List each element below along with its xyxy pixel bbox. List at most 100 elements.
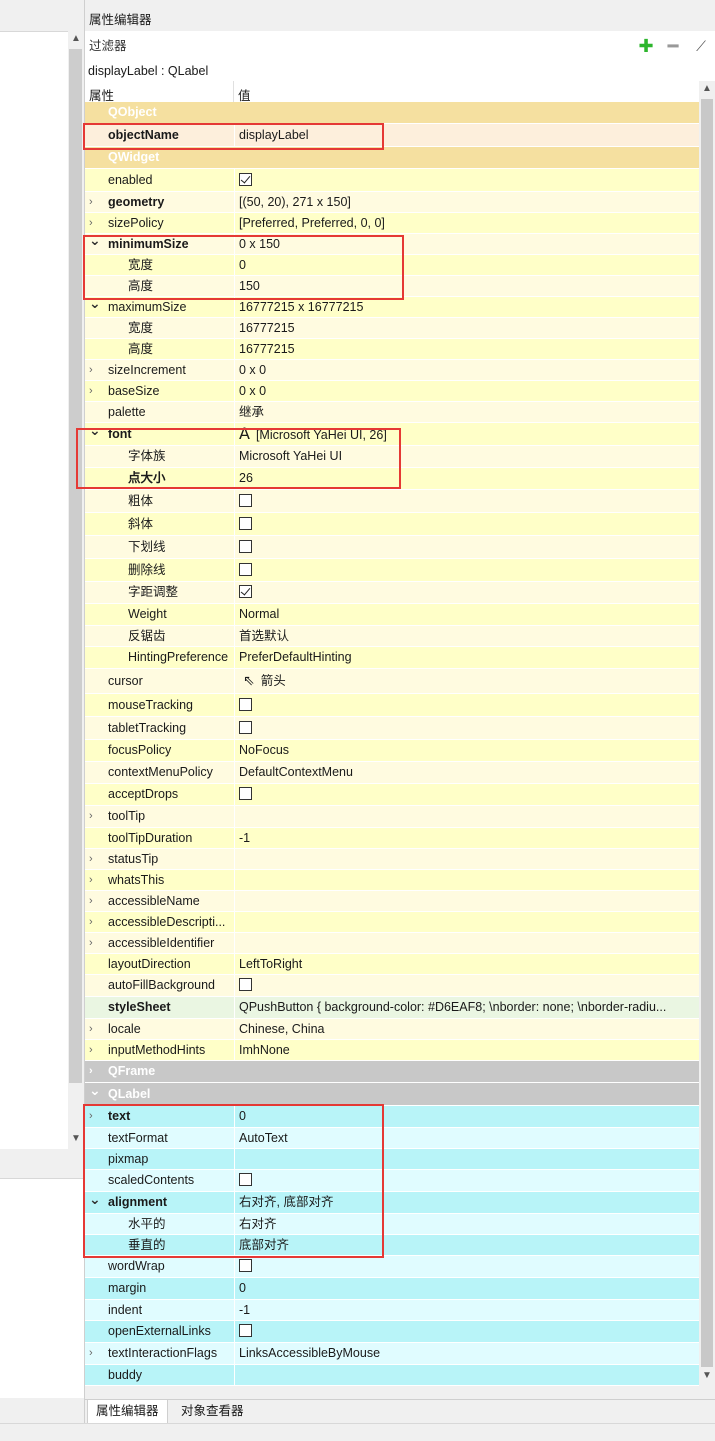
checkbox-checked[interactable] — [239, 585, 252, 599]
checkbox-checked[interactable] — [239, 173, 252, 187]
chevron-right-icon[interactable]: › — [89, 933, 101, 953]
configure-wand-icon[interactable]: ⟋ — [691, 36, 711, 56]
chevron-right-icon[interactable]: › — [89, 849, 101, 869]
property-value[interactable] — [234, 490, 692, 512]
property-row[interactable]: › inputMethodHints ImhNone — [85, 1040, 699, 1061]
property-value[interactable] — [234, 849, 692, 869]
property-value[interactable]: NoFocus — [234, 740, 692, 761]
property-row[interactable]: focusPolicy NoFocus — [85, 740, 699, 762]
property-value[interactable] — [234, 536, 692, 558]
tab-property-editor[interactable]: 属性编辑器 — [87, 1400, 168, 1424]
property-row[interactable]: wordWrap — [85, 1256, 699, 1278]
property-value[interactable] — [234, 806, 692, 827]
property-value[interactable]: displayLabel — [234, 124, 692, 146]
property-row[interactable]: 水平的 右对齐 — [85, 1214, 699, 1235]
property-row[interactable]: › sizeIncrement 0 x 0 — [85, 360, 699, 381]
property-row[interactable]: 高度 150 — [85, 276, 699, 297]
chevron-down-icon[interactable]: ⌄ — [89, 423, 101, 438]
property-row[interactable]: › baseSize 0 x 0 — [85, 381, 699, 402]
property-value[interactable]: 0 x 150 — [234, 234, 692, 254]
property-row[interactable]: buddy — [85, 1365, 699, 1386]
scroll-up-icon[interactable]: ▲ — [68, 31, 84, 47]
left-scrollbar[interactable]: ▲ ▼ — [68, 31, 84, 1148]
chevron-right-icon[interactable]: › — [89, 213, 101, 233]
property-value[interactable] — [234, 513, 692, 535]
property-row[interactable]: 字距调整 — [85, 582, 699, 604]
property-value[interactable]: Normal — [234, 604, 692, 625]
property-row[interactable]: 高度 16777215 — [85, 339, 699, 360]
property-value[interactable] — [234, 975, 692, 996]
checkbox-unchecked[interactable] — [239, 1324, 252, 1338]
property-value[interactable] — [234, 582, 692, 603]
property-value[interactable] — [234, 1149, 692, 1169]
chevron-right-icon[interactable]: › — [89, 870, 101, 890]
chevron-down-icon[interactable]: ⌄ — [89, 1083, 101, 1098]
property-value[interactable]: -1 — [234, 828, 692, 848]
chevron-right-icon[interactable]: › — [89, 192, 101, 212]
chevron-right-icon[interactable]: › — [89, 1040, 101, 1060]
property-row[interactable]: › accessibleIdentifier — [85, 933, 699, 954]
property-value[interactable]: Chinese, China — [234, 1019, 692, 1039]
property-row[interactable]: › accessibleDescripti... — [85, 912, 699, 933]
property-row[interactable]: objectName displayLabel — [85, 124, 699, 147]
property-row[interactable]: indent -1 — [85, 1300, 699, 1321]
property-value[interactable]: PreferDefaultHinting — [234, 647, 692, 668]
property-value[interactable]: 26 — [234, 468, 692, 489]
property-group-row[interactable]: QWidget — [85, 147, 699, 169]
property-value[interactable] — [234, 1365, 692, 1385]
property-group-row[interactable]: QObject — [85, 102, 699, 124]
property-row[interactable]: Weight Normal — [85, 604, 699, 626]
property-value[interactable]: [Preferred, Preferred, 0, 0] — [234, 213, 692, 233]
property-value[interactable]: 16777215 — [234, 318, 692, 338]
property-row[interactable]: 粗体 — [85, 490, 699, 513]
property-row[interactable]: 下划线 — [85, 536, 699, 559]
property-row[interactable]: 删除线 — [85, 559, 699, 582]
property-value[interactable]: 底部对齐 — [234, 1235, 692, 1255]
property-row[interactable]: palette 继承 — [85, 402, 699, 423]
property-value[interactable] — [234, 870, 692, 890]
property-value[interactable]: 0 — [234, 1278, 692, 1299]
property-row[interactable]: › textInteractionFlags LinksAccessibleByMo… — [85, 1343, 699, 1365]
property-row[interactable]: 宽度 0 — [85, 255, 699, 276]
property-value[interactable] — [234, 933, 692, 953]
scroll-down-icon[interactable]: ▼ — [699, 1368, 715, 1384]
property-row[interactable]: › sizePolicy [Preferred, Preferred, 0, 0] — [85, 213, 699, 234]
chevron-down-icon[interactable]: ⌄ — [89, 233, 101, 247]
property-row[interactable]: ⌄ maximumSize 16777215 x 16777215 — [85, 296, 699, 318]
checkbox-unchecked[interactable] — [239, 1259, 252, 1273]
property-row[interactable]: › whatsThis — [85, 870, 699, 891]
add-property-icon[interactable]: ✚ — [636, 36, 656, 56]
property-row[interactable]: styleSheet QPushButton { background-color… — [85, 997, 699, 1019]
property-value[interactable] — [234, 694, 692, 716]
chevron-right-icon[interactable]: › — [89, 912, 101, 932]
property-value[interactable]: 16777215 x 16777215 — [234, 297, 692, 317]
property-group-row[interactable]: › QFrame — [85, 1061, 699, 1083]
property-value[interactable]: AutoText — [234, 1128, 692, 1148]
property-value[interactable]: ImhNone — [234, 1040, 692, 1060]
property-row[interactable]: margin 0 — [85, 1278, 699, 1300]
property-value[interactable]: -1 — [234, 1300, 692, 1320]
checkbox-unchecked[interactable] — [239, 517, 252, 531]
property-row[interactable]: contextMenuPolicy DefaultContextMenu — [85, 762, 699, 784]
checkbox-unchecked[interactable] — [239, 978, 252, 992]
property-value[interactable]: QPushButton { background-color: #D6EAF8;… — [234, 997, 692, 1018]
property-row[interactable]: textFormat AutoText — [85, 1128, 699, 1149]
property-row[interactable]: › toolTip — [85, 806, 699, 828]
chevron-right-icon[interactable]: › — [89, 1343, 101, 1364]
property-row[interactable]: cursor ⇖ 箭头 — [85, 669, 699, 694]
chevron-right-icon[interactable]: › — [89, 1061, 101, 1082]
property-value[interactable]: DefaultContextMenu — [234, 762, 692, 783]
property-row[interactable]: 斜体 — [85, 513, 699, 536]
property-row[interactable]: mouseTracking — [85, 694, 699, 717]
property-group-row[interactable]: ⌄ QLabel — [85, 1083, 699, 1106]
property-value[interactable] — [234, 784, 692, 805]
tab-object-inspector[interactable]: 对象查看器 — [173, 1400, 252, 1423]
checkbox-unchecked[interactable] — [239, 698, 252, 712]
property-value[interactable]: [(50, 20), 271 x 150] — [234, 192, 692, 212]
chevron-right-icon[interactable]: › — [89, 891, 101, 911]
property-value[interactable]: 150 — [234, 276, 692, 296]
checkbox-unchecked[interactable] — [239, 563, 252, 577]
checkbox-unchecked[interactable] — [239, 494, 252, 508]
property-row[interactable]: toolTipDuration -1 — [85, 828, 699, 849]
property-value[interactable]: 0 x 0 — [234, 360, 692, 380]
